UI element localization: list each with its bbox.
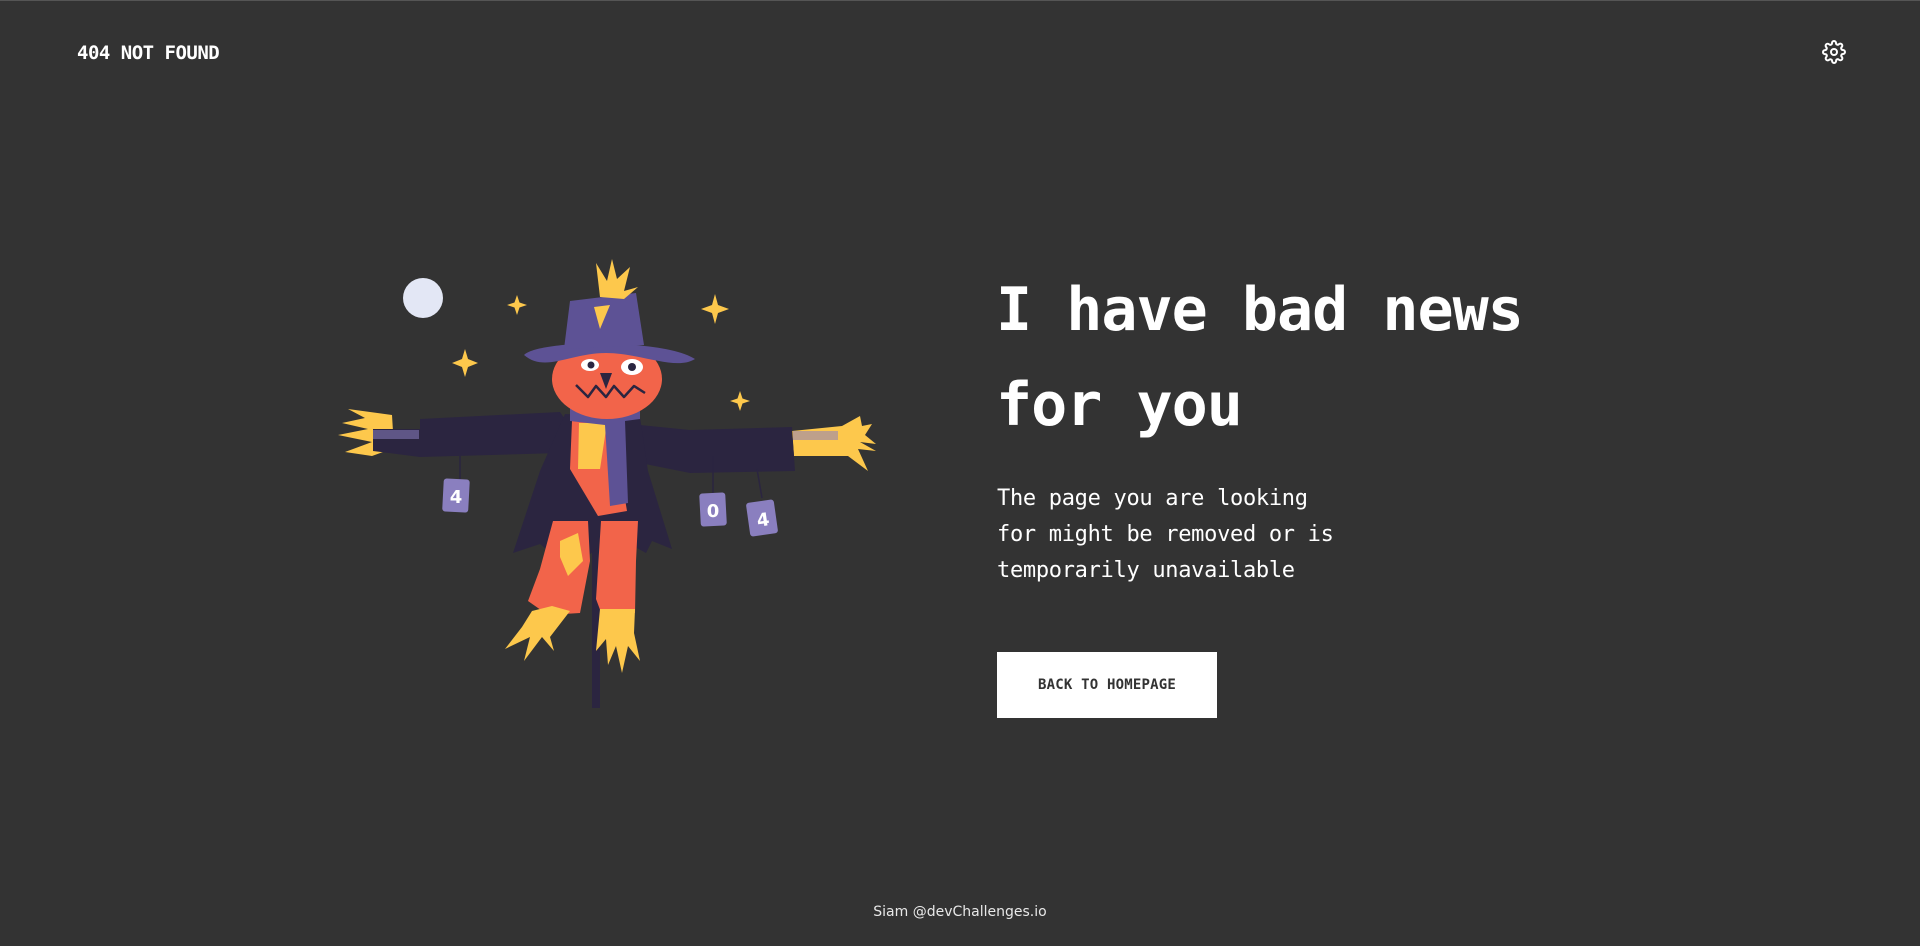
headline-line-2: for you: [996, 370, 1243, 440]
site-brand[interactable]: 404 NOT FOUND: [77, 42, 220, 64]
footer-credit: Siam @devChallenges.io: [873, 904, 1047, 920]
description-line-3: temporarily unavailable: [997, 558, 1295, 583]
moon-icon: [403, 278, 443, 318]
description-line-1: The page you are looking: [997, 486, 1308, 511]
page: 404 NOT FOUND 4 0 4 I have bad news for …: [0, 0, 1920, 946]
gear-icon[interactable]: [1822, 40, 1846, 64]
scarecrow-illustration: 4 0 4: [330, 251, 900, 721]
can-label: 0: [707, 501, 720, 522]
back-to-homepage-button[interactable]: BACK TO HOMEPAGE: [997, 652, 1217, 718]
page-description: The page you are looking for might be re…: [997, 481, 1397, 589]
headline-line-1: I have bad news: [996, 275, 1524, 345]
description-line-2: for might be removed or is: [997, 522, 1334, 547]
can-label: 4: [450, 487, 463, 508]
page-headline: I have bad news for you: [996, 263, 1616, 453]
